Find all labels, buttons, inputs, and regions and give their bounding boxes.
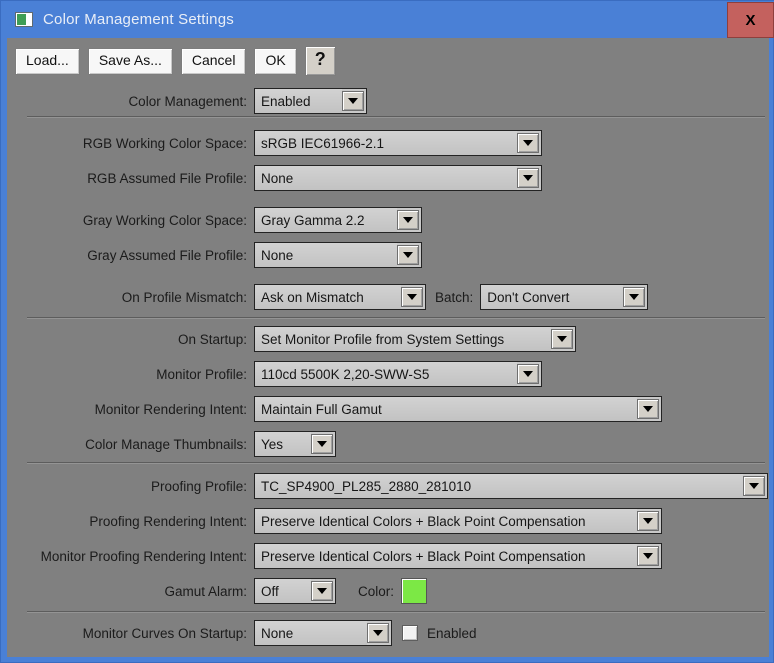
proofing-profile-value: TC_SP4900_PL285_2880_281010	[255, 474, 743, 498]
monitor-proofing-rendering-intent-label: Monitor Proofing Rendering Intent:	[7, 549, 254, 564]
window-title: Color Management Settings	[43, 11, 234, 28]
toolbar: Load... Save As... Cancel OK ?	[15, 46, 336, 76]
section-divider-4	[27, 611, 765, 613]
monitor-curves-dropdown[interactable]: None	[254, 620, 392, 646]
on-startup-dropdown[interactable]: Set Monitor Profile from System Settings	[254, 326, 576, 352]
save-as-button[interactable]: Save As...	[88, 48, 173, 75]
chevron-down-icon[interactable]	[623, 287, 645, 307]
chevron-down-icon[interactable]	[397, 245, 419, 265]
chevron-down-icon[interactable]	[637, 511, 659, 531]
rgb-assumed-value: None	[255, 166, 517, 190]
thumbnails-dropdown[interactable]: Yes	[254, 431, 336, 457]
cancel-button[interactable]: Cancel	[181, 48, 247, 75]
chevron-down-icon[interactable]	[401, 287, 423, 307]
chevron-down-icon[interactable]	[367, 623, 389, 643]
row-monitor-curves: Monitor Curves On Startup: None Enabled	[7, 620, 477, 646]
batch-dropdown[interactable]: Don't Convert	[480, 284, 648, 310]
chevron-down-icon[interactable]	[311, 581, 333, 601]
row-gamut-alarm: Gamut Alarm: Off Color:	[7, 578, 427, 604]
monitor-proofing-rendering-intent-value: Preserve Identical Colors + Black Point …	[255, 544, 637, 568]
rgb-assumed-dropdown[interactable]: None	[254, 165, 542, 191]
section-divider-3	[27, 462, 765, 464]
gamut-alarm-label: Gamut Alarm:	[7, 584, 254, 599]
gray-assumed-value: None	[255, 243, 397, 267]
on-startup-label: On Startup:	[7, 332, 254, 347]
monitor-rendering-intent-value: Maintain Full Gamut	[255, 397, 637, 421]
row-monitor-proofing-rendering-intent: Monitor Proofing Rendering Intent: Prese…	[7, 543, 662, 569]
monitor-profile-value: 110cd 5500K 2,20-SWW-S5	[255, 362, 517, 386]
row-gray-working: Gray Working Color Space: Gray Gamma 2.2	[7, 207, 422, 233]
monitor-proofing-rendering-intent-dropdown[interactable]: Preserve Identical Colors + Black Point …	[254, 543, 662, 569]
chevron-down-icon[interactable]	[397, 210, 419, 230]
row-rgb-assumed: RGB Assumed File Profile: None	[7, 165, 542, 191]
help-button[interactable]: ?	[305, 46, 336, 76]
proofing-rendering-intent-dropdown[interactable]: Preserve Identical Colors + Black Point …	[254, 508, 662, 534]
mismatch-value: Ask on Mismatch	[255, 285, 401, 309]
chevron-down-icon[interactable]	[517, 364, 539, 384]
proofing-rendering-intent-value: Preserve Identical Colors + Black Point …	[255, 509, 637, 533]
color-management-dropdown[interactable]: Enabled	[254, 88, 367, 114]
monitor-rendering-intent-dropdown[interactable]: Maintain Full Gamut	[254, 396, 662, 422]
gamut-alarm-color-swatch[interactable]	[401, 578, 427, 604]
ok-button[interactable]: OK	[254, 48, 296, 75]
gray-assumed-dropdown[interactable]: None	[254, 242, 422, 268]
thumbnails-label: Color Manage Thumbnails:	[7, 437, 254, 452]
chevron-down-icon[interactable]	[551, 329, 573, 349]
chevron-down-icon[interactable]	[342, 91, 364, 111]
row-gray-assumed: Gray Assumed File Profile: None	[7, 242, 422, 268]
mismatch-label: On Profile Mismatch:	[7, 290, 254, 305]
on-startup-value: Set Monitor Profile from System Settings	[255, 327, 551, 351]
chevron-down-icon[interactable]	[517, 168, 539, 188]
monitor-curves-label: Monitor Curves On Startup:	[7, 626, 254, 641]
window-color-icon	[15, 12, 33, 27]
monitor-rendering-intent-label: Monitor Rendering Intent:	[7, 402, 254, 417]
chevron-down-icon[interactable]	[743, 476, 765, 496]
gamut-color-label: Color:	[336, 584, 401, 599]
monitor-curves-enabled-checkbox[interactable]	[402, 625, 418, 641]
rgb-working-dropdown[interactable]: sRGB IEC61966-2.1	[254, 130, 542, 156]
color-management-value: Enabled	[255, 89, 342, 113]
section-divider-2	[27, 317, 765, 319]
chevron-down-icon[interactable]	[517, 133, 539, 153]
monitor-profile-dropdown[interactable]: 110cd 5500K 2,20-SWW-S5	[254, 361, 542, 387]
proofing-profile-dropdown[interactable]: TC_SP4900_PL285_2880_281010	[254, 473, 768, 499]
row-profile-mismatch: On Profile Mismatch: Ask on Mismatch Bat…	[7, 284, 648, 310]
gray-working-label: Gray Working Color Space:	[7, 213, 254, 228]
chevron-down-icon[interactable]	[637, 546, 659, 566]
section-divider-1	[27, 116, 765, 118]
chevron-down-icon[interactable]	[311, 434, 333, 454]
row-on-startup: On Startup: Set Monitor Profile from Sys…	[7, 326, 576, 352]
gray-assumed-label: Gray Assumed File Profile:	[7, 248, 254, 263]
row-rgb-working: RGB Working Color Space: sRGB IEC61966-2…	[7, 130, 542, 156]
monitor-curves-value: None	[255, 621, 367, 645]
proofing-profile-label: Proofing Profile:	[7, 479, 254, 494]
row-proofing-profile: Proofing Profile: TC_SP4900_PL285_2880_2…	[7, 473, 768, 499]
gamut-alarm-value: Off	[255, 579, 311, 603]
gray-working-dropdown[interactable]: Gray Gamma 2.2	[254, 207, 422, 233]
color-management-label: Color Management:	[7, 94, 254, 109]
rgb-assumed-label: RGB Assumed File Profile:	[7, 171, 254, 186]
row-color-management: Color Management: Enabled	[7, 88, 607, 114]
chevron-down-icon[interactable]	[637, 399, 659, 419]
mismatch-dropdown[interactable]: Ask on Mismatch	[254, 284, 426, 310]
row-monitor-profile: Monitor Profile: 110cd 5500K 2,20-SWW-S5	[7, 361, 542, 387]
row-proofing-rendering-intent: Proofing Rendering Intent: Preserve Iden…	[7, 508, 662, 534]
gamut-alarm-dropdown[interactable]: Off	[254, 578, 336, 604]
titlebar: Color Management Settings X	[1, 1, 774, 38]
row-monitor-rendering-intent: Monitor Rendering Intent: Maintain Full …	[7, 396, 662, 422]
proofing-rendering-intent-label: Proofing Rendering Intent:	[7, 514, 254, 529]
batch-label: Batch:	[426, 290, 480, 305]
color-management-settings-window: Color Management Settings X Load... Save…	[0, 0, 774, 663]
monitor-curves-enabled-label: Enabled	[418, 626, 477, 641]
row-color-manage-thumbnails: Color Manage Thumbnails: Yes	[7, 431, 336, 457]
gray-working-value: Gray Gamma 2.2	[255, 208, 397, 232]
monitor-profile-label: Monitor Profile:	[7, 367, 254, 382]
thumbnails-value: Yes	[255, 432, 311, 456]
batch-value: Don't Convert	[481, 285, 623, 309]
rgb-working-label: RGB Working Color Space:	[7, 136, 254, 151]
load-button[interactable]: Load...	[15, 48, 80, 75]
close-button[interactable]: X	[727, 2, 774, 38]
rgb-working-value: sRGB IEC61966-2.1	[255, 131, 517, 155]
dialog-client-area: Load... Save As... Cancel OK ? Color Man…	[7, 38, 769, 657]
